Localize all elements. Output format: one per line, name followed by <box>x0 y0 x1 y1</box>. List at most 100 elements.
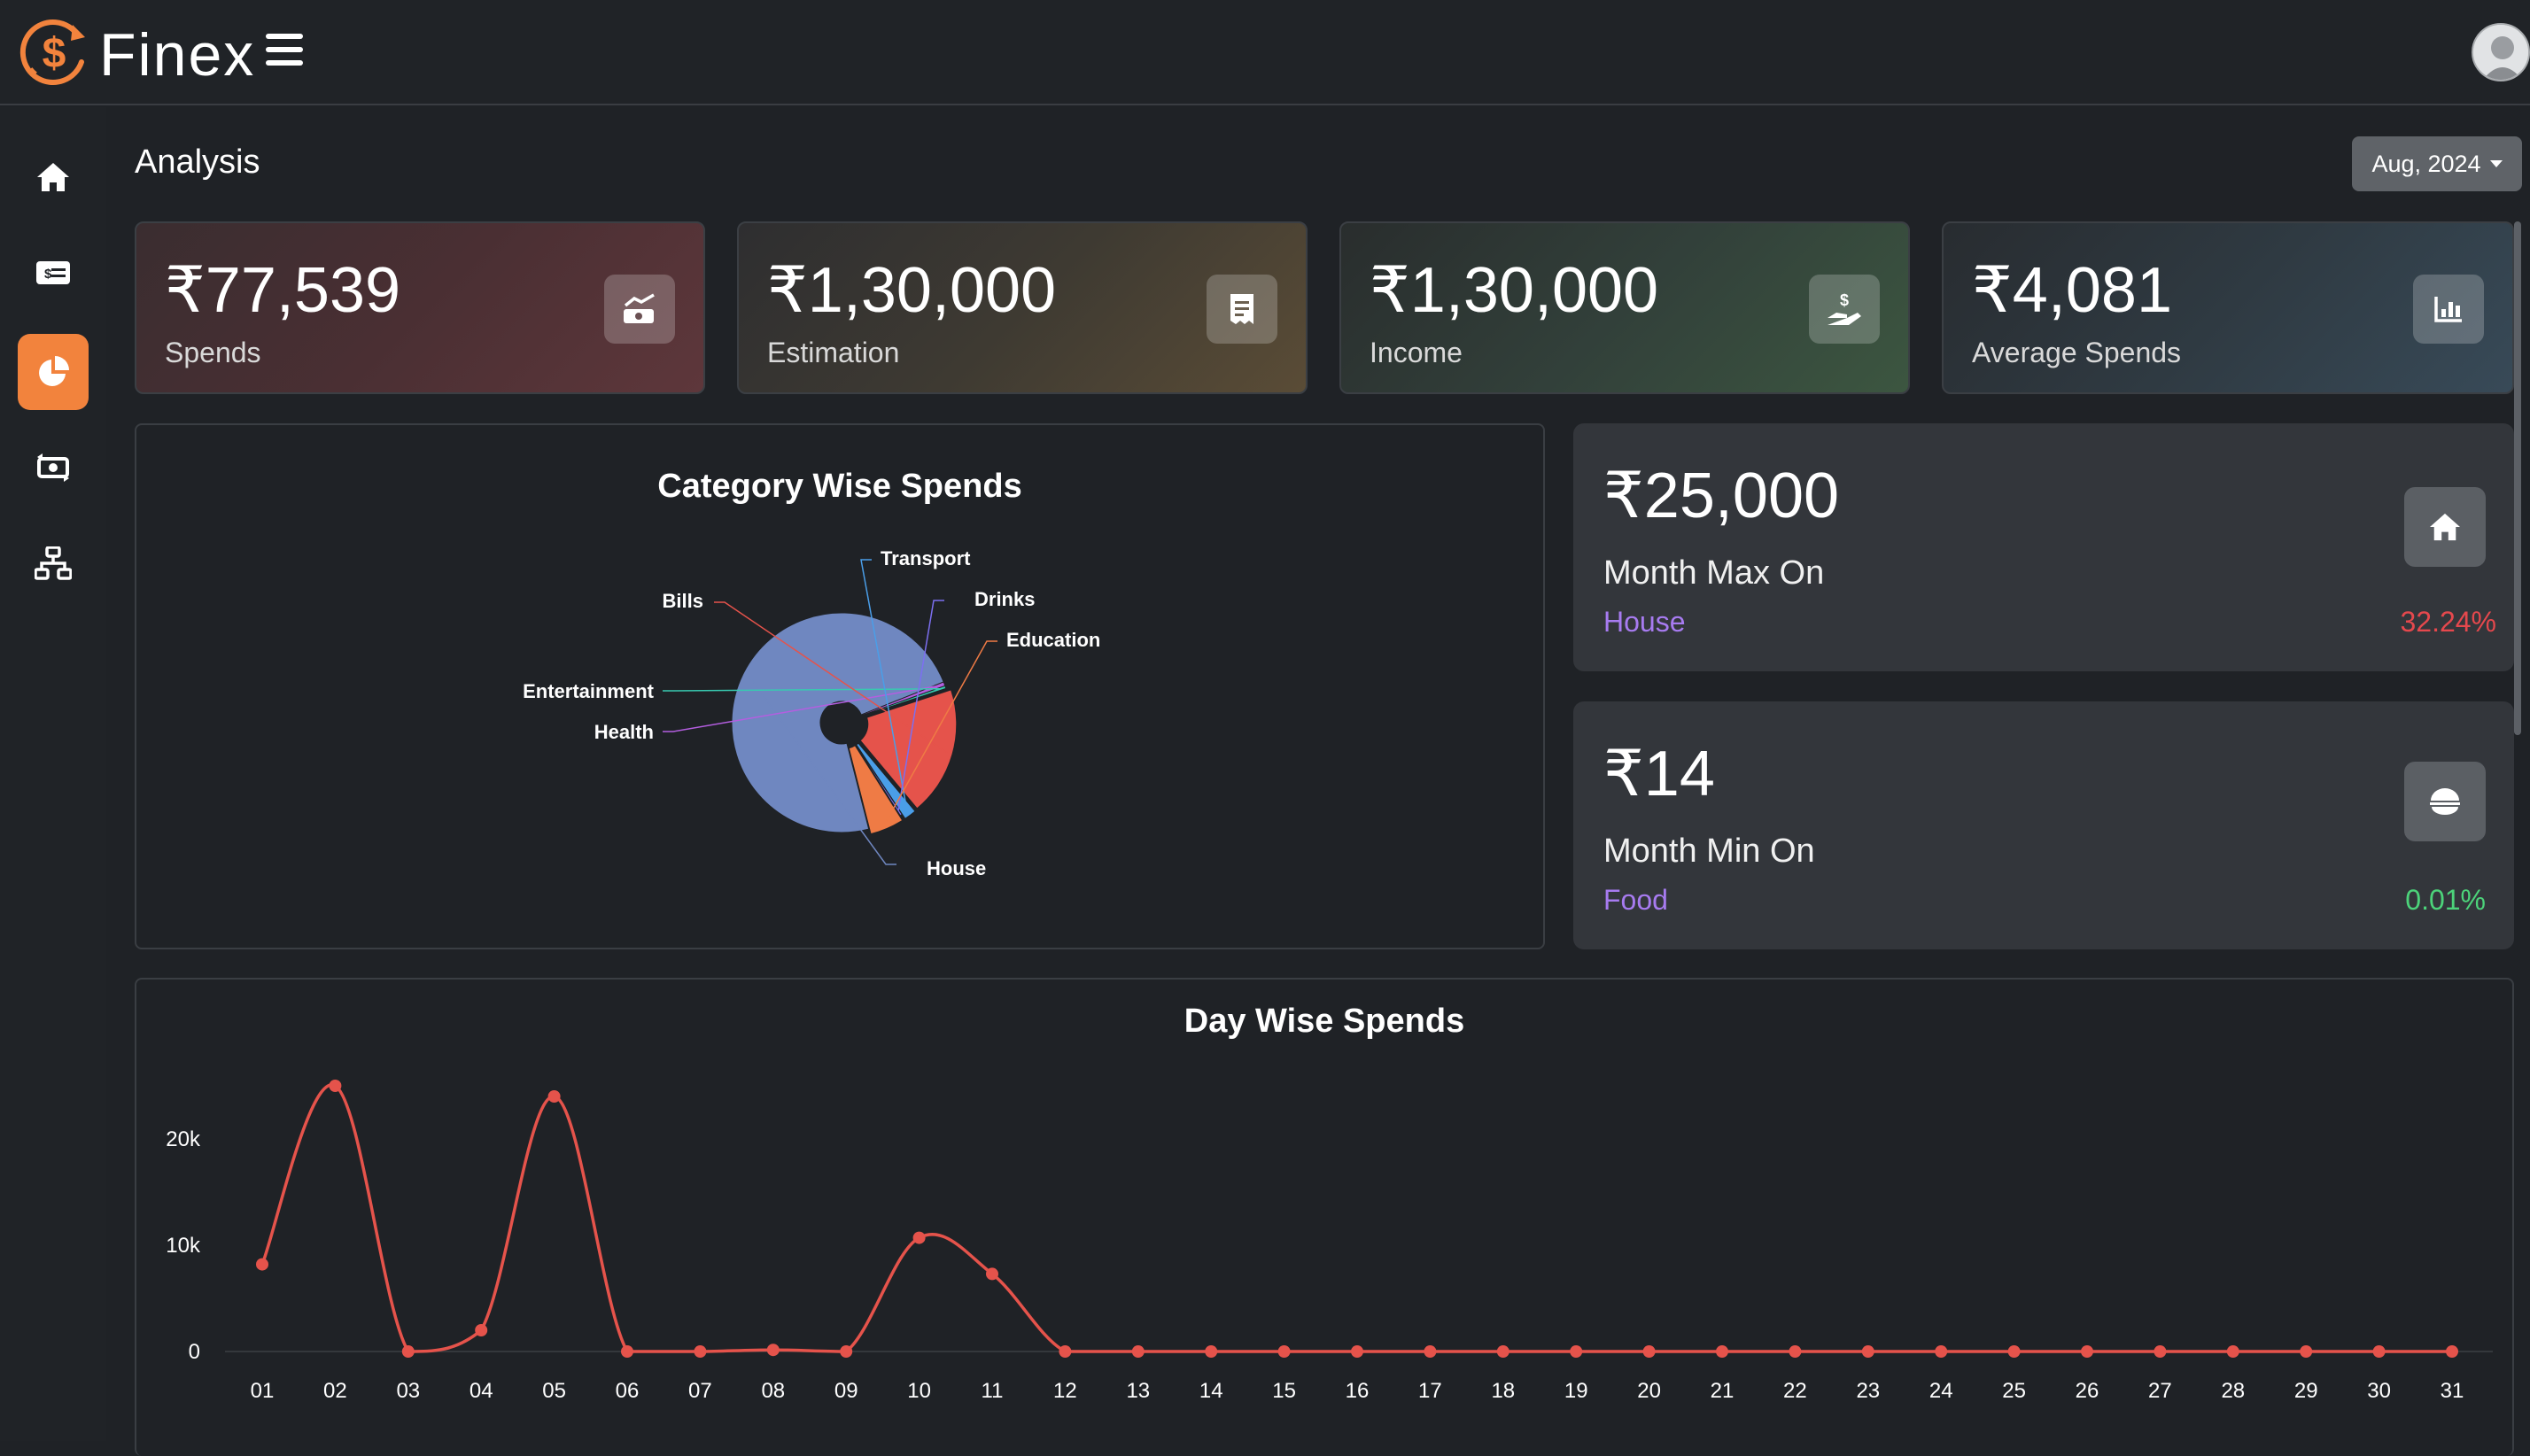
x-tick-label: 15 <box>1272 1379 1296 1403</box>
data-point-02[interactable] <box>329 1080 342 1092</box>
month-max-value: ₹25,000 <box>1603 461 1840 531</box>
x-tick-label: 08 <box>761 1379 785 1403</box>
sidebar-item-transactions[interactable]: $ <box>18 235 89 311</box>
stat-label: Income <box>1370 337 1463 368</box>
data-point-30[interactable] <box>2372 1345 2386 1358</box>
money-bill-icon: $ <box>36 261 70 284</box>
month-max-category: House <box>1603 606 1686 638</box>
data-point-03[interactable] <box>401 1345 415 1358</box>
x-tick-label: 24 <box>1929 1379 1953 1403</box>
x-tick-label: 25 <box>2002 1379 2026 1403</box>
y-tick-label: 20k <box>166 1127 201 1151</box>
pie-label: Education <box>1006 629 1100 651</box>
sidebar-item-categories[interactable] <box>18 525 89 601</box>
x-tick-label: 20 <box>1637 1379 1661 1403</box>
x-tick-label: 17 <box>1418 1379 1442 1403</box>
stat-label: Estimation <box>767 337 900 368</box>
user-avatar[interactable] <box>2472 23 2530 81</box>
stat-card-income: ₹1,30,000 Income $ <box>1339 221 1910 394</box>
data-point-27[interactable] <box>2154 1345 2167 1358</box>
month-min-card: ₹14 Month Min On Food 0.01% <box>1573 701 2514 949</box>
data-point-16[interactable] <box>1351 1345 1363 1358</box>
data-point-21[interactable] <box>1716 1345 1728 1358</box>
menu-toggle-icon[interactable] <box>266 34 303 69</box>
month-select-value: Aug, 2024 <box>2371 150 2481 177</box>
pie-label: House <box>927 857 986 879</box>
scrollbar[interactable] <box>2514 221 2521 735</box>
finex-logo-icon: $ <box>19 19 85 86</box>
pie-label: Bills <box>663 590 703 612</box>
x-tick-label: 03 <box>396 1379 420 1403</box>
data-point-13[interactable] <box>1131 1345 1145 1358</box>
y-tick-label: 0 <box>189 1340 200 1364</box>
stat-value: ₹4,081 <box>1972 255 2172 326</box>
data-point-09[interactable] <box>840 1345 853 1358</box>
stat-label: Average Spends <box>1972 337 2182 368</box>
sidebar-item-exchange[interactable] <box>18 430 89 506</box>
data-point-28[interactable] <box>2226 1345 2239 1358</box>
data-point-24[interactable] <box>1935 1345 1948 1358</box>
data-point-01[interactable] <box>256 1258 268 1271</box>
data-point-06[interactable] <box>621 1345 633 1358</box>
page-title: Analysis <box>135 143 260 181</box>
month-select-dropdown[interactable]: Aug, 2024 <box>2352 136 2522 191</box>
user-silhouette-icon <box>2473 25 2528 80</box>
x-tick-label: 31 <box>2441 1379 2464 1403</box>
data-point-14[interactable] <box>1205 1345 1218 1358</box>
stat-label: Spends <box>165 337 261 368</box>
home-icon <box>37 163 69 191</box>
pie-label: Health <box>594 721 654 743</box>
month-min-percent: 0.01% <box>2405 884 2486 916</box>
pie-label: Entertainment <box>523 680 655 702</box>
data-point-05[interactable] <box>547 1090 561 1103</box>
data-point-31[interactable] <box>2446 1345 2458 1358</box>
data-point-25[interactable] <box>2007 1345 2021 1358</box>
data-point-12[interactable] <box>1059 1345 1072 1358</box>
sidebar-item-home[interactable] <box>18 139 89 215</box>
data-point-17[interactable] <box>1424 1345 1437 1358</box>
data-point-10[interactable] <box>912 1231 926 1244</box>
data-point-26[interactable] <box>2081 1345 2093 1358</box>
x-tick-label: 10 <box>907 1379 931 1403</box>
stat-card-average-spends: ₹4,081 Average Spends <box>1942 221 2514 394</box>
data-point-07[interactable] <box>694 1345 707 1358</box>
pie-chart-icon <box>39 356 69 386</box>
hand-holding-dollar-icon: $ <box>1809 275 1880 344</box>
house-icon <box>2404 487 2486 567</box>
x-tick-label: 01 <box>251 1379 275 1403</box>
x-tick-label: 07 <box>688 1379 712 1403</box>
brand-name: Finex <box>99 21 256 89</box>
month-min-value: ₹14 <box>1603 739 1715 809</box>
bowl-food-icon <box>2404 762 2486 841</box>
pie-label: Transport <box>881 547 971 569</box>
day-spends-line <box>260 1083 2452 1353</box>
sitemap-icon <box>35 546 72 580</box>
data-point-22[interactable] <box>1789 1345 1802 1358</box>
data-point-20[interactable] <box>1642 1345 1656 1358</box>
money-exchange-icon <box>37 453 69 482</box>
x-tick-label: 04 <box>470 1379 493 1403</box>
data-point-29[interactable] <box>2300 1345 2313 1358</box>
svg-text:$: $ <box>44 267 52 282</box>
svg-text:$: $ <box>1840 291 1849 309</box>
x-tick-label: 14 <box>1199 1379 1223 1403</box>
x-tick-label: 30 <box>2367 1379 2391 1403</box>
chart-simple-icon <box>2413 275 2484 344</box>
sidebar-item-analysis[interactable] <box>18 334 89 410</box>
data-point-23[interactable] <box>1861 1345 1874 1358</box>
data-point-04[interactable] <box>475 1324 488 1336</box>
stat-card-estimation: ₹1,30,000 Estimation <box>737 221 1308 394</box>
data-point-08[interactable] <box>766 1344 780 1357</box>
x-tick-label: 27 <box>2148 1379 2172 1403</box>
day-chart-panel: Day Wise Spends 0 10k 20k 01 02 03 04 05 06 07 08 0… <box>135 978 2514 1456</box>
data-point-11[interactable] <box>986 1267 998 1281</box>
data-point-18[interactable] <box>1496 1345 1509 1358</box>
x-tick-label: 02 <box>323 1379 347 1403</box>
data-point-19[interactable] <box>1570 1345 1583 1358</box>
day-line-chart: 0 10k 20k 01 02 03 04 05 06 07 08 09 10 11 12 13 14 15 16 1… <box>166 1080 2493 1403</box>
data-point-15[interactable] <box>1277 1345 1291 1358</box>
x-tick-label: 29 <box>2294 1379 2318 1403</box>
receipt-icon <box>1207 275 1277 344</box>
x-tick-label: 28 <box>2221 1379 2245 1403</box>
pie-label: Drinks <box>974 588 1035 610</box>
